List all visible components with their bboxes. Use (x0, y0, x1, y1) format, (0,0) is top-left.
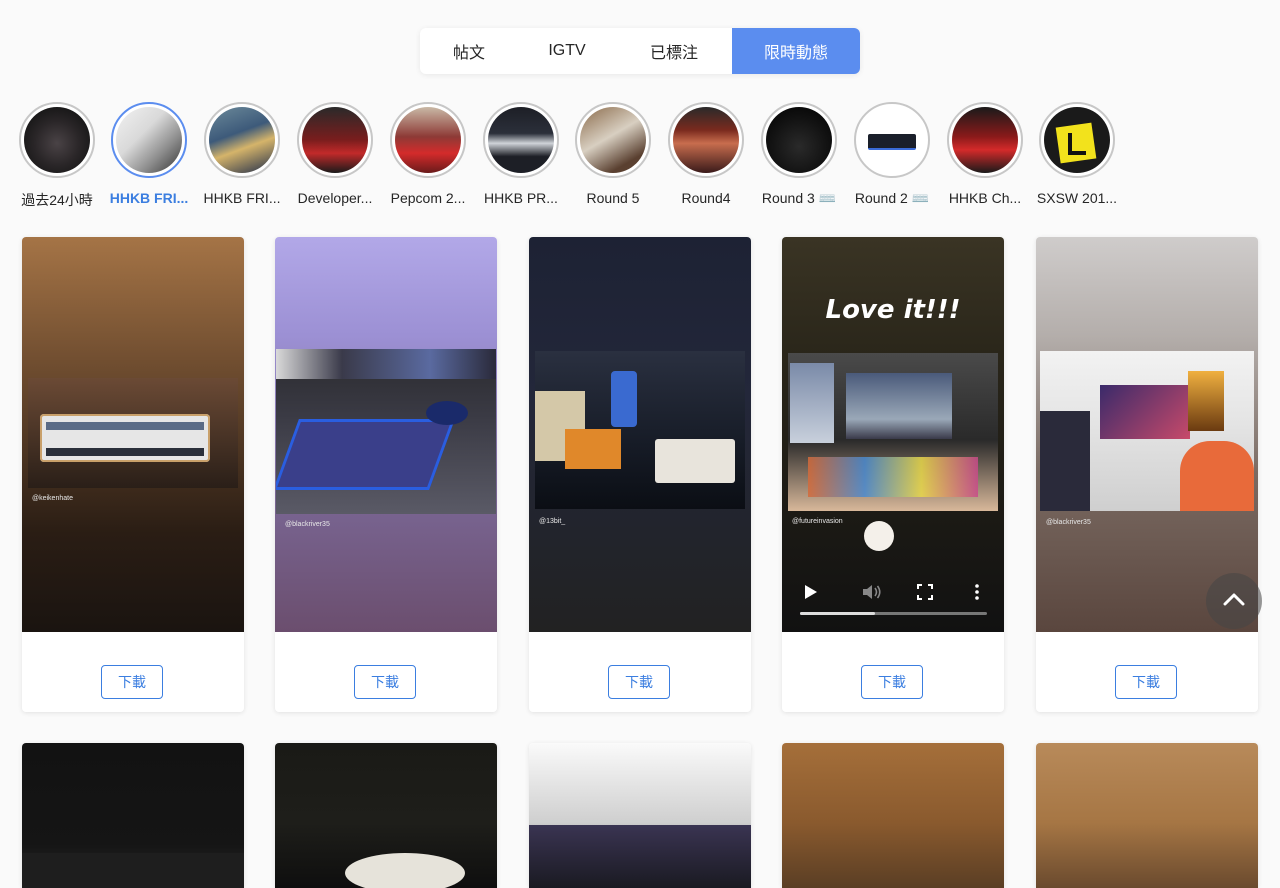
story-card (22, 743, 244, 888)
story-card (529, 743, 751, 888)
play-icon[interactable] (804, 584, 818, 605)
highlight-item[interactable]: HHKB PR... (476, 102, 566, 206)
chevron-up-icon (1223, 592, 1245, 611)
download-button[interactable]: 下載 (608, 665, 670, 699)
highlight-item[interactable]: Round 2 ⌨️ (847, 102, 937, 207)
story-card: @blackriver35 下載 (1036, 237, 1258, 712)
highlight-avatar (668, 102, 744, 178)
highlight-label: Developer... (297, 190, 373, 206)
highlight-avatar (204, 102, 280, 178)
story-credit: @futureinvasion (792, 518, 843, 525)
highlight-avatar (390, 102, 466, 178)
highlight-avatar (483, 102, 559, 178)
highlight-label: 過去24小時 (21, 192, 93, 208)
highlight-item[interactable]: Developer... (290, 102, 380, 206)
highlight-avatar (947, 102, 1023, 178)
story-credit: @blackriver35 (285, 521, 330, 528)
highlight-label: HHKB Ch... (948, 190, 1022, 206)
story-media[interactable] (1036, 743, 1258, 888)
story-media[interactable] (782, 743, 1004, 888)
download-button[interactable]: 下載 (354, 665, 416, 699)
highlights-row: 過去24小時 HHKB FRI... HHKB FRI... Developer… (0, 102, 1280, 212)
story-card (275, 743, 497, 888)
download-button[interactable]: 下載 (1115, 665, 1177, 699)
story-media[interactable]: Love it!!! @futureinvasion (782, 237, 1004, 632)
tab-posts[interactable]: 帖文 (420, 28, 518, 74)
content-tabs: 帖文 IGTV 已標注 限時動態 (420, 28, 860, 74)
download-button[interactable]: 下載 (861, 665, 923, 699)
story-card (782, 743, 1004, 888)
highlight-label: SXSW 201... (1036, 190, 1118, 206)
story-credit: @keikenhate (32, 495, 73, 502)
story-media[interactable] (22, 743, 244, 888)
volume-icon[interactable] (862, 584, 882, 605)
scroll-to-top-button[interactable] (1206, 573, 1262, 629)
highlight-label: Round 2 ⌨️ (854, 190, 930, 206)
tab-stories[interactable]: 限時動態 (732, 28, 860, 74)
highlight-item[interactable]: Round4 (661, 102, 751, 206)
highlight-avatar (111, 102, 187, 178)
highlight-item[interactable]: Pepcom 2... (383, 102, 473, 206)
highlight-item[interactable]: HHKB FRI... (197, 102, 287, 206)
story-media[interactable] (529, 743, 751, 888)
story-media[interactable]: @blackriver35 (275, 237, 497, 632)
highlight-avatar (575, 102, 651, 178)
highlight-label: HHKB FRI... (109, 190, 189, 206)
highlight-label: HHKB PR... (484, 190, 558, 206)
story-card: @13bit_ 下載 (529, 237, 751, 712)
video-progress-bar[interactable] (800, 612, 987, 615)
highlight-avatar (1039, 102, 1115, 178)
tab-igtv[interactable]: IGTV (518, 28, 616, 74)
story-card (1036, 743, 1258, 888)
story-credit: @13bit_ (539, 518, 566, 525)
highlight-item[interactable]: 過去24小時 (12, 102, 102, 210)
highlight-label: Round 3 ⌨️ (761, 190, 837, 206)
highlight-label: Round 5 (586, 190, 640, 206)
highlight-item[interactable]: HHKB FRI... (104, 102, 194, 206)
highlight-label: Round4 (681, 190, 731, 206)
story-card: @keikenhate 下載 (22, 237, 244, 712)
story-media[interactable]: @blackriver35 (1036, 237, 1258, 632)
highlight-item[interactable]: Round 5 (568, 102, 658, 206)
highlight-item[interactable]: HHKB Ch... (940, 102, 1030, 206)
story-card: Love it!!! @futureinvasion 下載 (782, 237, 1004, 712)
highlight-item[interactable]: Round 3 ⌨️ (754, 102, 844, 207)
highlight-avatar (761, 102, 837, 178)
more-options-icon[interactable] (974, 584, 980, 605)
story-card: @blackriver35 下載 (275, 237, 497, 712)
tab-tagged[interactable]: 已標注 (616, 28, 732, 74)
story-media[interactable] (275, 743, 497, 888)
story-credit: @blackriver35 (1046, 519, 1091, 526)
video-controls (782, 542, 1004, 632)
highlight-avatar (297, 102, 373, 178)
story-media[interactable]: @keikenhate (22, 237, 244, 632)
highlight-avatar (854, 102, 930, 178)
highlight-avatar (19, 102, 95, 178)
highlight-item[interactable]: SXSW 201... (1032, 102, 1122, 206)
highlight-label: Pepcom 2... (390, 190, 466, 206)
download-button[interactable]: 下載 (101, 665, 163, 699)
story-media[interactable]: @13bit_ (529, 237, 751, 632)
highlight-label: HHKB FRI... (203, 190, 281, 206)
story-overlay-text: Love it!!! (825, 295, 961, 325)
fullscreen-icon[interactable] (917, 584, 933, 605)
